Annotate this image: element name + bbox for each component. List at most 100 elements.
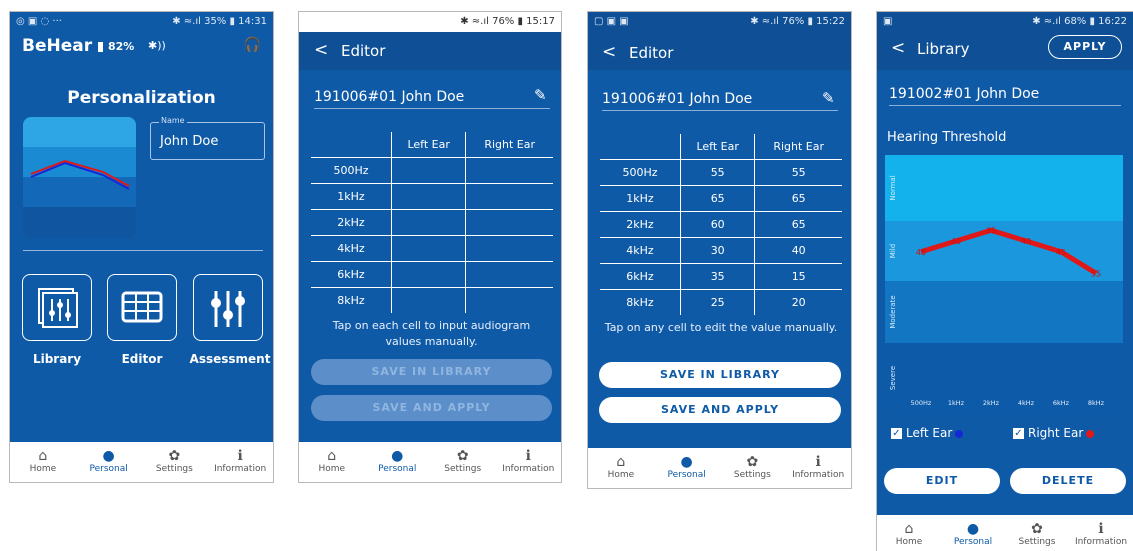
assessment-tile-label: Assessment bbox=[189, 352, 271, 366]
col-left-ear: Left Ear bbox=[679, 134, 756, 160]
right-cell[interactable]: 15 bbox=[754, 263, 842, 290]
phone-screen-editor-filled: ▢ ▣ ▣ ✱ ≈.ıl 76% ▮ 15:22 < Editor 191006… bbox=[587, 11, 852, 489]
left-cell[interactable]: 55 bbox=[679, 159, 756, 186]
nav-personal-label: Personal bbox=[89, 464, 128, 474]
nav-settings-label: Settings bbox=[1018, 537, 1056, 547]
profile-name[interactable]: 191006#01 John Doe bbox=[314, 89, 550, 109]
bluetooth-icon: ✱)) bbox=[148, 39, 166, 52]
left-cell[interactable]: 25 bbox=[679, 289, 756, 315]
left-cell[interactable] bbox=[390, 235, 467, 262]
status-bar: ▢ ▣ ▣ ✱ ≈.ıl 76% ▮ 15:22 bbox=[588, 12, 851, 32]
save-and-apply-button[interactable]: SAVE AND APPLY bbox=[311, 395, 552, 421]
nav-settings[interactable]: ✿ Settings bbox=[1005, 515, 1069, 551]
left-ear-checkbox[interactable]: ✓ bbox=[891, 428, 902, 439]
headphone-icon[interactable]: 🎧 bbox=[244, 37, 261, 53]
nav-personal[interactable]: ● Personal bbox=[365, 442, 431, 482]
back-icon[interactable]: < bbox=[602, 42, 616, 62]
nav-settings[interactable]: ✿ Settings bbox=[720, 448, 786, 488]
name-field[interactable]: Name John Doe bbox=[150, 116, 265, 160]
nav-home-label: Home bbox=[895, 537, 923, 547]
edit-button[interactable]: EDIT bbox=[884, 468, 1000, 494]
save-in-library-button[interactable]: SAVE IN LIBRARY bbox=[311, 359, 552, 385]
freq-cell: 6kHz bbox=[600, 263, 681, 290]
right-cell[interactable]: 40 bbox=[754, 237, 842, 264]
right-cell[interactable] bbox=[465, 235, 553, 262]
freq-tick-label: 6kHz bbox=[1053, 399, 1070, 407]
nav-home[interactable]: ⌂ Home bbox=[10, 442, 76, 482]
gear-icon: ✿ bbox=[168, 448, 181, 464]
left-cell[interactable] bbox=[390, 261, 467, 288]
nav-personal[interactable]: ● Personal bbox=[76, 442, 142, 482]
back-icon[interactable]: < bbox=[891, 38, 905, 58]
left-cell[interactable]: 35 bbox=[679, 263, 756, 290]
freq-tick-label: 4kHz bbox=[1018, 399, 1035, 407]
table-corner bbox=[311, 132, 392, 158]
nav-settings-label: Settings bbox=[733, 470, 771, 480]
right-ear-toggle[interactable]: ✓ Right Ear bbox=[1013, 426, 1095, 440]
nav-personal[interactable]: ● Personal bbox=[654, 448, 720, 488]
left-cell[interactable] bbox=[390, 183, 467, 210]
right-cell[interactable]: 55 bbox=[754, 159, 842, 186]
right-cell[interactable] bbox=[465, 261, 553, 288]
right-cell[interactable]: 65 bbox=[754, 211, 842, 238]
freq-cell: 1kHz bbox=[311, 183, 392, 210]
nav-home-label: Home bbox=[318, 464, 346, 474]
back-icon[interactable]: < bbox=[314, 40, 328, 60]
status-bar: ✱ ≈.ıl 76% ▮ 15:17 bbox=[299, 12, 561, 32]
left-cell[interactable]: 65 bbox=[679, 185, 756, 212]
left-cell[interactable] bbox=[390, 287, 467, 313]
name-field-value: John Doe bbox=[160, 134, 219, 149]
save-and-apply-button[interactable]: SAVE AND APPLY bbox=[599, 397, 841, 423]
pencil-icon[interactable]: ✎ bbox=[822, 89, 835, 107]
library-tile[interactable] bbox=[22, 274, 92, 341]
nav-information[interactable]: ℹ Information bbox=[496, 442, 562, 482]
apply-button[interactable]: APPLY bbox=[1048, 35, 1122, 59]
right-cell[interactable]: 20 bbox=[754, 289, 842, 315]
delete-button[interactable]: DELETE bbox=[1010, 468, 1126, 494]
right-cell[interactable] bbox=[465, 183, 553, 210]
audiogram-thumbnail[interactable] bbox=[23, 117, 136, 238]
nav-information[interactable]: ℹ Information bbox=[1069, 515, 1133, 551]
nav-settings-label: Settings bbox=[444, 464, 482, 474]
right-cell[interactable] bbox=[465, 287, 553, 313]
gear-icon: ✿ bbox=[456, 448, 469, 464]
freq-cell: 2kHz bbox=[600, 211, 681, 238]
editor-tile[interactable] bbox=[107, 274, 177, 341]
app-header: BeHear 82% ✱)) 🎧 bbox=[10, 32, 273, 62]
save-in-library-button[interactable]: SAVE IN LIBRARY bbox=[599, 362, 841, 388]
left-cell[interactable]: 30 bbox=[679, 237, 756, 264]
section-title: Hearing Threshold bbox=[887, 130, 1007, 145]
nav-home[interactable]: ⌂ Home bbox=[877, 515, 941, 551]
pencil-icon[interactable]: ✎ bbox=[534, 86, 547, 104]
nav-information[interactable]: ℹ Information bbox=[785, 448, 851, 488]
nav-personal[interactable]: ● Personal bbox=[941, 515, 1005, 551]
app-title: BeHear bbox=[22, 36, 93, 56]
assessment-tile[interactable] bbox=[193, 274, 263, 341]
freq-cell: 500Hz bbox=[311, 157, 392, 184]
data-point-label: 45 bbox=[916, 248, 926, 257]
right-cell[interactable]: 65 bbox=[754, 185, 842, 212]
audiogram-svg: Normal Mild Moderate Severe 500Hz 1kHz 2kHz 4k… bbox=[885, 155, 1123, 413]
phone-screen-personalization: ◎ ▣ ◌ ··· ✱ ≈.ıl 35% ▮ 14:31 BeHear 82% … bbox=[9, 11, 274, 483]
right-cell[interactable] bbox=[465, 209, 553, 236]
profile-name[interactable]: 191006#01 John Doe bbox=[602, 91, 838, 111]
nav-information[interactable]: ℹ Information bbox=[207, 442, 273, 482]
table-corner bbox=[600, 134, 681, 160]
audiogram-table: Left Ear Right Ear 500Hz 1kHz 2kHz 4kHz 6… bbox=[311, 132, 553, 313]
hint-text: Tap on each cell to input audiogram valu… bbox=[332, 319, 531, 348]
nav-settings[interactable]: ✿ Settings bbox=[142, 442, 208, 482]
right-ear-checkbox[interactable]: ✓ bbox=[1013, 428, 1024, 439]
right-cell[interactable] bbox=[465, 157, 553, 184]
gear-icon: ✿ bbox=[746, 454, 759, 470]
left-cell[interactable] bbox=[390, 157, 467, 184]
nav-home[interactable]: ⌂ Home bbox=[588, 448, 654, 488]
battery-level: 82% bbox=[108, 40, 135, 53]
left-cell[interactable]: 60 bbox=[679, 211, 756, 238]
left-ear-toggle[interactable]: ✓ Left Ear bbox=[891, 426, 964, 440]
header-title: Editor bbox=[341, 42, 386, 60]
right-ear-color-dot bbox=[1086, 429, 1095, 438]
left-cell[interactable] bbox=[390, 209, 467, 236]
nav-home[interactable]: ⌂ Home bbox=[299, 442, 365, 482]
person-icon: ● bbox=[680, 454, 693, 470]
nav-settings[interactable]: ✿ Settings bbox=[430, 442, 496, 482]
